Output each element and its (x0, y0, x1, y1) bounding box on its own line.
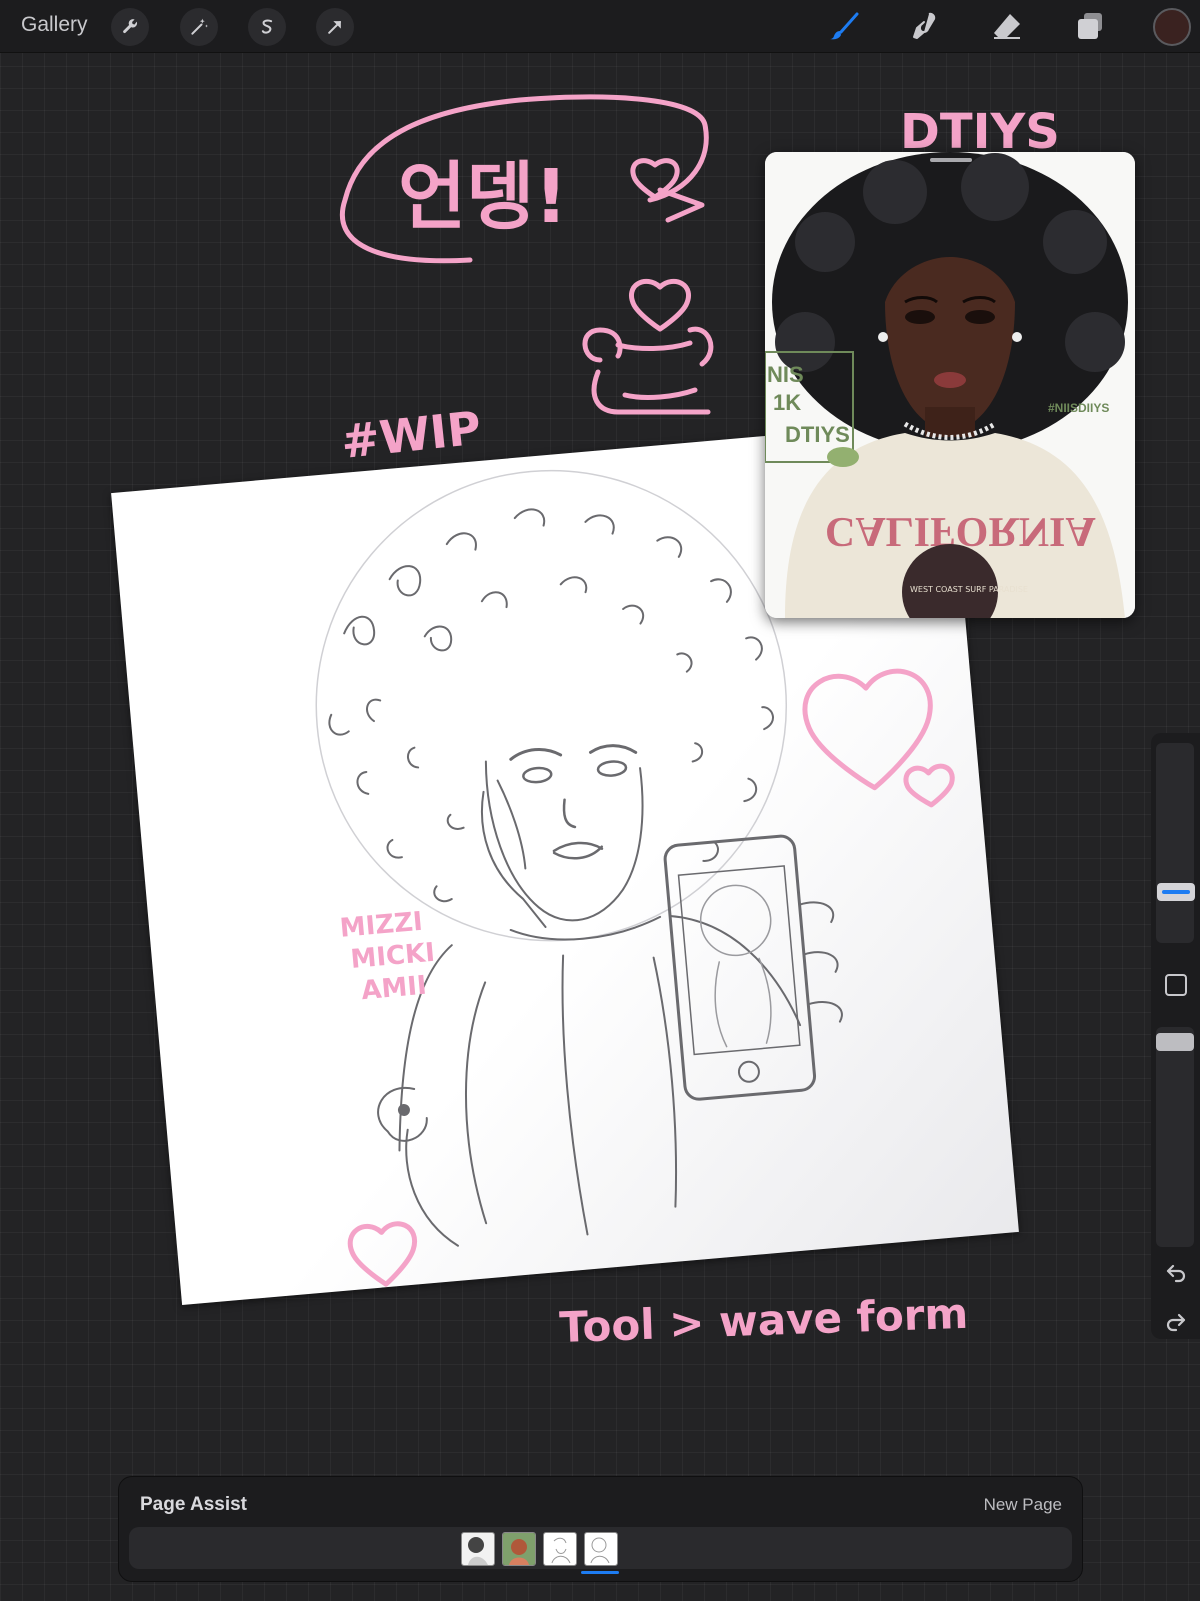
greeting-text: 언뎅! (398, 154, 568, 240)
name-amii: AMII (360, 971, 428, 1007)
frog-doodle-icon (582, 326, 714, 415)
reference-drag-handle[interactable] (930, 158, 972, 162)
small-heart-icon (903, 763, 955, 808)
page-thumbnail-strip (129, 1527, 1072, 1569)
active-page-indicator (581, 1571, 619, 1574)
wip-label: #WIP (339, 401, 484, 469)
page-thumbnail-1[interactable] (461, 1532, 495, 1566)
brush-size-knob[interactable] (1157, 883, 1195, 901)
sign-line-1: NIS (767, 362, 804, 387)
undo-icon[interactable] (1164, 1260, 1188, 1284)
heart-icon (629, 278, 691, 332)
page-assist-panel: Page Assist New Page (118, 1476, 1083, 1582)
side-toolbar (1151, 733, 1200, 1339)
hair-curls (328, 508, 774, 903)
sign-line-3: DTIYS (785, 422, 850, 447)
page-thumbnail-2[interactable] (502, 1532, 536, 1566)
badge-text: WEST COAST SURF PARADISE (910, 585, 1028, 594)
page-assist-title: Page Assist (140, 1494, 248, 1515)
large-heart-icon (802, 668, 933, 791)
modify-button[interactable] (1165, 974, 1187, 996)
name-micki: MICKI (349, 938, 436, 975)
redo-icon[interactable] (1164, 1309, 1188, 1333)
reference-tag: #NIISDIIYS (1048, 401, 1109, 415)
new-page-button[interactable]: New Page (984, 1495, 1062, 1515)
opacity-knob[interactable] (1156, 1033, 1194, 1051)
sweater-outline (398, 915, 802, 1152)
sign-line-2: 1K (773, 390, 801, 415)
reference-photo[interactable]: CALIFORNIA WEST COAST SURF PARADISE NIS … (765, 152, 1135, 618)
opacity-slider[interactable] (1156, 1027, 1194, 1247)
page-thumbnail-3[interactable] (543, 1532, 577, 1566)
name-mizzi: MIZZI (339, 907, 424, 944)
page-thumbnail-4[interactable] (584, 1532, 618, 1566)
face-outline (484, 760, 644, 922)
brush-size-slider[interactable] (1156, 743, 1194, 943)
greeting-arrow (657, 187, 705, 223)
reference-illustration: CALIFORNIA WEST COAST SURF PARADISE NIS … (765, 152, 1135, 618)
bottom-heart-icon (347, 1221, 418, 1287)
